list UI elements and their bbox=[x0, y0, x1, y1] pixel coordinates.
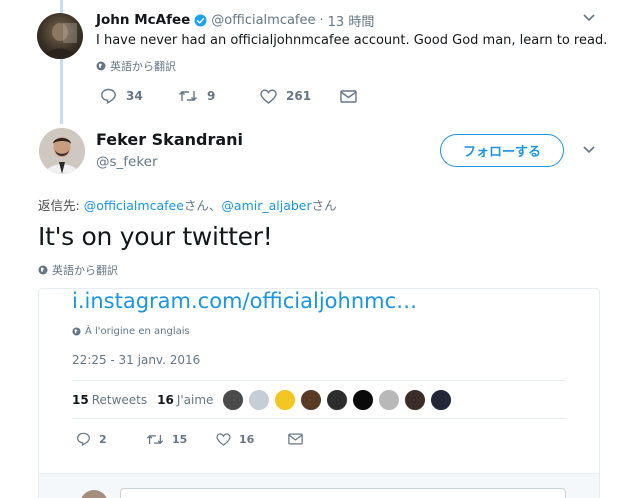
like-stat-count: 16 bbox=[157, 393, 174, 407]
replying-to-label: 返信先: bbox=[38, 198, 84, 213]
verified-badge-icon bbox=[194, 14, 207, 27]
avatar[interactable] bbox=[248, 389, 270, 411]
reply-count: 2 bbox=[99, 432, 107, 446]
like-count: 261 bbox=[286, 89, 312, 103]
message-button[interactable] bbox=[288, 433, 303, 445]
mention-link[interactable]: @officialmcafee bbox=[84, 198, 184, 213]
message-button[interactable] bbox=[340, 89, 357, 103]
like-button[interactable]: 261 bbox=[260, 88, 340, 104]
retweet-button[interactable]: 9 bbox=[178, 89, 260, 103]
retweet-icon bbox=[178, 89, 198, 103]
envelope-icon bbox=[340, 89, 357, 103]
avatar[interactable] bbox=[352, 389, 374, 411]
translate-link[interactable]: 英語から翻訳 bbox=[38, 262, 118, 278]
retweet-stat[interactable]: 15 Retweets bbox=[72, 393, 147, 407]
mention-suffix: さん、 bbox=[183, 198, 222, 213]
like-stat[interactable]: 16 J'aime bbox=[157, 393, 213, 407]
engagement-stats: 15 Retweets 16 J'aime bbox=[72, 393, 223, 407]
author-name[interactable]: John McAfee bbox=[96, 12, 190, 28]
replying-to: 返信先: @officialmcafeeさん、@amir_aljaberさん bbox=[38, 195, 337, 214]
globe-icon bbox=[72, 327, 81, 336]
reply-input[interactable] bbox=[120, 488, 566, 498]
avatar[interactable] bbox=[404, 389, 426, 411]
origin-language: À l'origine en anglais bbox=[72, 326, 190, 337]
heart-icon bbox=[260, 88, 277, 104]
envelope-icon bbox=[288, 433, 303, 445]
author-handle[interactable]: @officialmcafee bbox=[211, 13, 315, 28]
like-count: 16 bbox=[239, 432, 255, 446]
avatar[interactable] bbox=[37, 13, 83, 59]
tweet-timestamp[interactable]: 22:25 - 31 janv. 2016 bbox=[72, 353, 200, 367]
mention-suffix: さん bbox=[311, 198, 337, 213]
reply-icon bbox=[100, 88, 117, 104]
tweet-time[interactable]: 13 時間 bbox=[328, 11, 375, 30]
separator-dot: · bbox=[319, 12, 324, 28]
tweet-text: I have never had an officialjohnmcafee a… bbox=[96, 33, 608, 48]
retweet-button[interactable]: 15 bbox=[146, 433, 216, 446]
globe-icon bbox=[38, 265, 48, 275]
avatar[interactable] bbox=[378, 389, 400, 411]
avatar[interactable] bbox=[326, 389, 348, 411]
author-handle[interactable]: @s_feker bbox=[96, 154, 158, 170]
liker-avatars bbox=[222, 389, 452, 411]
avatar[interactable] bbox=[274, 389, 296, 411]
avatar[interactable] bbox=[39, 128, 85, 174]
reply-button[interactable]: 2 bbox=[76, 432, 146, 446]
reply-button[interactable]: 34 bbox=[100, 88, 178, 104]
avatar[interactable] bbox=[430, 389, 452, 411]
translate-label: 英語から翻訳 bbox=[110, 60, 176, 73]
reply-icon bbox=[76, 432, 91, 446]
retweet-stat-count: 15 bbox=[72, 393, 89, 407]
tweet-text: It's on your twitter! bbox=[38, 222, 273, 251]
reply-count: 34 bbox=[126, 89, 143, 103]
divider bbox=[72, 418, 566, 419]
follow-button[interactable]: フォローする bbox=[440, 134, 564, 167]
chevron-down-icon[interactable] bbox=[582, 145, 596, 155]
translate-label: 英語から翻訳 bbox=[52, 264, 118, 277]
avatar[interactable] bbox=[222, 389, 244, 411]
tweet-actions: 2 15 16 bbox=[76, 432, 303, 446]
tweet-header: John McAfee @officialmcafee · 13 時間 bbox=[96, 11, 375, 30]
retweet-count: 9 bbox=[207, 89, 216, 103]
heart-icon bbox=[216, 432, 231, 446]
avatar[interactable] bbox=[300, 389, 322, 411]
tweet-actions: 34 9 261 bbox=[100, 88, 357, 104]
retweet-stat-label: Retweets bbox=[91, 393, 148, 407]
globe-icon bbox=[96, 61, 106, 71]
divider bbox=[72, 380, 566, 381]
retweet-icon bbox=[146, 433, 164, 446]
origin-label: À l'origine en anglais bbox=[85, 326, 190, 337]
mention-link[interactable]: @amir_aljaber bbox=[221, 198, 311, 213]
like-button[interactable]: 16 bbox=[216, 433, 288, 446]
instagram-link[interactable]: i.instagram.com/officialjohnmc… bbox=[72, 289, 417, 313]
translate-link[interactable]: 英語から翻訳 bbox=[96, 58, 176, 74]
retweet-count: 15 bbox=[172, 432, 188, 446]
chevron-down-icon[interactable] bbox=[582, 13, 596, 23]
like-stat-label: J'aime bbox=[176, 393, 214, 407]
author-name[interactable]: Feker Skandrani bbox=[96, 130, 243, 149]
